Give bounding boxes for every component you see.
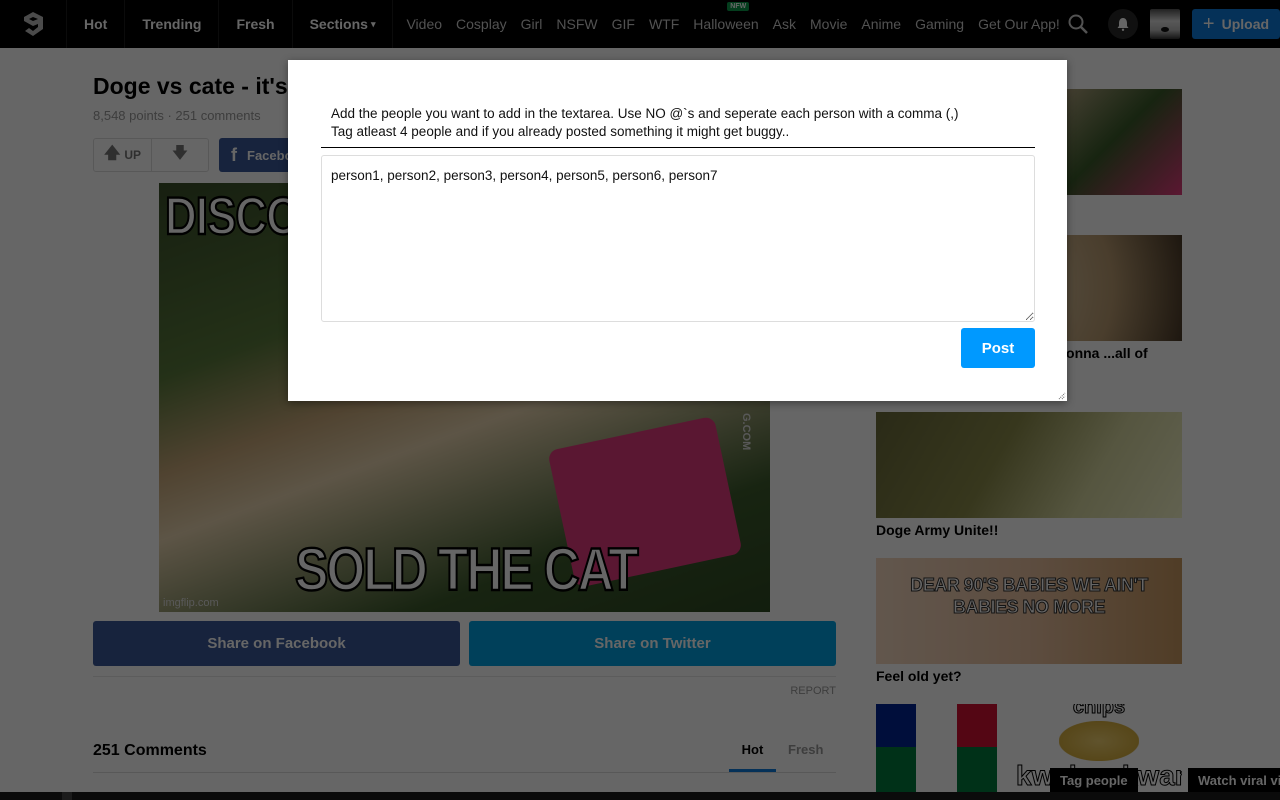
tag-people-modal: Add the people you want to add in the te…: [288, 60, 1067, 401]
post-button[interactable]: Post: [961, 328, 1035, 368]
instructions-line-2: Tag atleast 4 people and if you already …: [331, 124, 790, 139]
modal-instructions: Add the people you want to add in the te…: [331, 105, 959, 141]
divider: [321, 147, 1035, 148]
people-textarea[interactable]: [321, 155, 1035, 322]
instructions-line-1: Add the people you want to add in the te…: [331, 106, 959, 121]
resize-handle-icon[interactable]: [1058, 392, 1066, 400]
